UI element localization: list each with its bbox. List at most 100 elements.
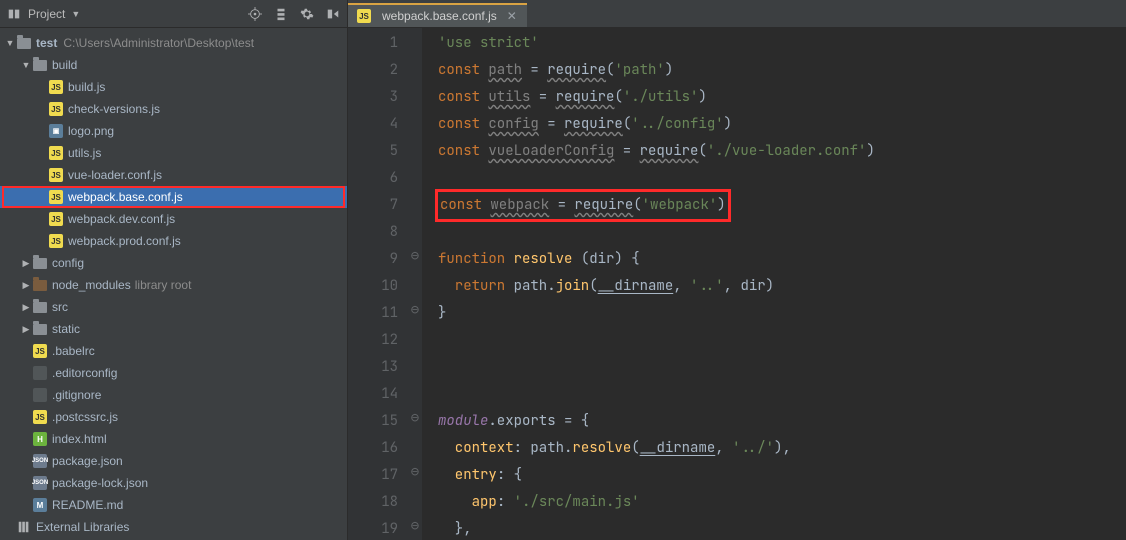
project-title[interactable]: Project (28, 7, 65, 21)
line-number: 12 (348, 327, 398, 354)
project-tree[interactable]: ▼ test C:\Users\Administrator\Desktop\te… (0, 28, 347, 540)
code-line[interactable]: 'use strict' (438, 30, 1126, 57)
root-path: C:\Users\Administrator\Desktop\test (63, 36, 254, 50)
tree-file[interactable]: ▣ logo.png (0, 120, 347, 142)
file-label: build.js (68, 80, 105, 94)
line-number: 9 (348, 246, 398, 273)
tree-file[interactable]: JS .babelrc (0, 340, 347, 362)
code-line[interactable]: } (438, 300, 1126, 327)
file-label: README.md (52, 498, 123, 512)
fold-handle[interactable]: ⊖ (408, 513, 422, 540)
tree-folder[interactable]: ▶ node_modules library root (0, 274, 347, 296)
tree-folder[interactable]: ▶ config (0, 252, 347, 274)
line-number: 2 (348, 57, 398, 84)
code-line[interactable]: }, (438, 516, 1126, 540)
txt-file-icon (32, 387, 48, 403)
tree-file[interactable]: JS utils.js (0, 142, 347, 164)
line-number: 11 (348, 300, 398, 327)
fold-handle[interactable] (408, 190, 422, 217)
file-label: package-lock.json (52, 476, 148, 490)
file-label: .editorconfig (52, 366, 117, 380)
code-line[interactable]: const path = require('path') (438, 57, 1126, 84)
tree-folder[interactable]: ▶ src (0, 296, 347, 318)
fold-handle[interactable] (408, 378, 422, 405)
tab-label: webpack.base.conf.js (382, 9, 497, 23)
hide-icon[interactable] (325, 6, 341, 22)
external-libraries-icon (16, 519, 32, 535)
code-line[interactable] (438, 219, 1126, 246)
tree-file[interactable]: JS check-versions.js (0, 98, 347, 120)
fold-handle[interactable]: ⊖ (408, 243, 422, 270)
code-line[interactable]: entry: { (438, 462, 1126, 489)
tree-file[interactable]: JSON package-lock.json (0, 472, 347, 494)
editor-tab[interactable]: JS webpack.base.conf.js ✕ (348, 3, 527, 27)
locate-icon[interactable] (247, 6, 263, 22)
folder-open-icon (32, 57, 48, 73)
code-line[interactable] (438, 165, 1126, 192)
fold-handle[interactable] (408, 270, 422, 297)
tree-file[interactable]: JS webpack.base.conf.js (0, 186, 347, 208)
code-line[interactable]: context: path.resolve(__dirname, '../'), (438, 435, 1126, 462)
fold-handle[interactable] (408, 351, 422, 378)
tree-file[interactable]: JSON package.json (0, 450, 347, 472)
code-line[interactable]: const config = require('../config') (438, 111, 1126, 138)
tree-folder-build[interactable]: ▼ build (0, 54, 347, 76)
file-label: .babelrc (52, 344, 95, 358)
folder-open-icon (16, 35, 32, 51)
dropdown-arrow-icon[interactable]: ▼ (71, 9, 80, 19)
fold-handle[interactable]: ⊖ (408, 297, 422, 324)
fold-handle[interactable] (408, 324, 422, 351)
fold-handle[interactable] (408, 82, 422, 109)
line-number: 13 (348, 354, 398, 381)
code-line[interactable]: app: './src/main.js' (438, 489, 1126, 516)
code-line[interactable] (438, 327, 1126, 354)
code-line[interactable]: return path.join(__dirname, '..', dir) (438, 273, 1126, 300)
tree-file[interactable]: M README.md (0, 494, 347, 516)
tree-folder[interactable]: ▶ static (0, 318, 347, 340)
tree-root[interactable]: ▼ test C:\Users\Administrator\Desktop\te… (0, 32, 347, 54)
fold-handle[interactable] (408, 216, 422, 243)
code-body[interactable]: 'use strict'const path = require('path')… (422, 28, 1126, 540)
fold-handle[interactable] (408, 109, 422, 136)
line-number: 15 (348, 408, 398, 435)
code-line[interactable] (438, 381, 1126, 408)
fold-handle[interactable] (408, 136, 422, 163)
fold-handle[interactable] (408, 163, 422, 190)
js-file-icon: JS (48, 167, 64, 183)
tree-file[interactable]: H index.html (0, 428, 347, 450)
png-file-icon: ▣ (48, 123, 64, 139)
line-number-gutter: 12345678910111213141516171819 (348, 28, 408, 540)
tree-file[interactable]: .gitignore (0, 384, 347, 406)
tree-file[interactable]: JS webpack.dev.conf.js (0, 208, 347, 230)
tree-file[interactable]: JS build.js (0, 76, 347, 98)
fold-handle[interactable] (408, 28, 422, 55)
js-file-icon: JS (48, 189, 64, 205)
fold-column[interactable]: ⊖ ⊖ ⊖ ⊖ ⊖ (408, 28, 422, 540)
folder-icon (32, 255, 48, 271)
file-label: vue-loader.conf.js (68, 168, 162, 182)
file-label: .gitignore (52, 388, 101, 402)
gear-icon[interactable] (299, 6, 315, 22)
code-line[interactable] (438, 354, 1126, 381)
tree-file[interactable]: JS vue-loader.conf.js (0, 164, 347, 186)
close-icon[interactable]: ✕ (507, 9, 517, 23)
fold-handle[interactable]: ⊖ (408, 405, 422, 432)
code-line[interactable]: module.exports = { (438, 408, 1126, 435)
code-editor[interactable]: 12345678910111213141516171819 ⊖⊖⊖⊖⊖ 'use… (348, 28, 1126, 540)
code-line[interactable]: function resolve (dir) { (438, 246, 1126, 273)
folder-label: config (52, 256, 84, 270)
code-line[interactable]: const webpack = require('webpack') (438, 192, 1126, 219)
tree-file[interactable]: JS webpack.prod.conf.js (0, 230, 347, 252)
fold-handle[interactable] (408, 486, 422, 513)
tree-external-libraries[interactable]: External Libraries (0, 516, 347, 538)
fold-handle[interactable] (408, 432, 422, 459)
code-line[interactable]: const utils = require('./utils') (438, 84, 1126, 111)
fold-handle[interactable]: ⊖ (408, 459, 422, 486)
collapse-all-icon[interactable] (273, 6, 289, 22)
tree-file[interactable]: .editorconfig (0, 362, 347, 384)
fold-handle[interactable] (408, 55, 422, 82)
file-label: utils.js (68, 146, 101, 160)
line-number: 7 (348, 192, 398, 219)
code-line[interactable]: const vueLoaderConfig = require('./vue-l… (438, 138, 1126, 165)
tree-file[interactable]: JS .postcssrc.js (0, 406, 347, 428)
